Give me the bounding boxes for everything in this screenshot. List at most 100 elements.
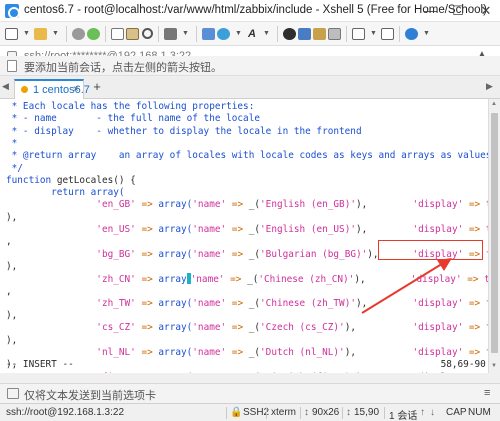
font-icon[interactable]: A: [245, 24, 259, 44]
terminal-token: 'name': [190, 274, 231, 286]
terminal-token: 'Finnish (fi_FI)': [260, 372, 356, 373]
status-scroll-down-icon[interactable]: ↓: [430, 407, 435, 418]
scroll-up-icon[interactable]: ▲: [491, 101, 497, 107]
terminal-token: 'cs_CZ': [6, 322, 142, 334]
terminal-token: *: [6, 137, 18, 149]
terminal-token: ,: [6, 285, 12, 297]
toolbar-separator: [277, 25, 278, 42]
terminal-token: 'name': [192, 297, 232, 309]
terminal-token: =>: [141, 372, 158, 373]
help-icon[interactable]: [404, 24, 419, 44]
terminal-token: =>: [468, 297, 486, 309]
terminal-line: * - name - the full name of the locale: [6, 113, 260, 125]
compose-icon[interactable]: [282, 24, 297, 44]
transfer-icon[interactable]: [201, 24, 216, 44]
toolbar-separator: [196, 25, 197, 42]
terminal-token: 'zh_CN': [6, 274, 142, 286]
terminal-token: 'display': [412, 347, 469, 358]
terminal-scrollbar[interactable]: ▲ ▼: [488, 99, 500, 373]
status-caps: CAP: [446, 407, 467, 418]
toolbar-separator: [66, 25, 67, 42]
find-icon[interactable]: [140, 24, 154, 44]
status-position: 15,90: [354, 407, 380, 418]
layout-icon[interactable]: [351, 24, 366, 44]
globe-dropdown-icon[interactable]: ▼: [231, 24, 245, 44]
status-size-icon: ↕: [304, 407, 309, 418]
layout-dropdown-icon[interactable]: ▼: [366, 24, 380, 44]
terminal-output[interactable]: * Each locale has the following properti…: [0, 99, 488, 373]
tab-scroll-left-icon[interactable]: ◀: [2, 81, 12, 92]
terminal-token: 'display': [412, 199, 469, 211]
compose-menu-icon[interactable]: ≡: [484, 387, 490, 399]
globe-icon[interactable]: [216, 24, 231, 44]
status-separator: [300, 407, 301, 419]
xshell-app-icon: [5, 4, 20, 19]
terminal-token: ),: [355, 224, 413, 235]
script-icon[interactable]: [297, 24, 312, 44]
terminal-token: =>: [231, 297, 249, 309]
terminal-line: 'en_GB' => array('name' => _('English (e…: [6, 199, 488, 211]
open-folder-icon[interactable]: [33, 24, 48, 44]
terminal-token: getLocales() {: [56, 174, 136, 186]
print-icon[interactable]: [163, 24, 178, 44]
bookmark-arrow-icon[interactable]: [7, 60, 17, 72]
status-separator: [342, 407, 343, 419]
terminal-token: _(: [248, 297, 261, 309]
terminal-token: _(: [248, 248, 261, 260]
terminal-token: =>: [230, 274, 248, 286]
help-dropdown-icon[interactable]: ▼: [419, 24, 433, 44]
font-dropdown-icon[interactable]: ▼: [259, 24, 273, 44]
terminal-token: ),: [355, 297, 413, 309]
maximize-button[interactable]: ☐: [444, 0, 472, 22]
terminal-token: =>: [141, 322, 159, 334]
new-session-icon[interactable]: [4, 24, 19, 44]
print-dropdown-icon[interactable]: ▼: [178, 24, 192, 44]
terminal-token: 'display': [410, 274, 468, 286]
terminal-token: array(: [158, 248, 193, 260]
terminal-token: =>: [141, 347, 159, 358]
lock-icon[interactable]: [312, 24, 327, 44]
terminal-token: =>: [468, 199, 486, 211]
status-separator: [226, 407, 227, 419]
scroll-down-icon[interactable]: ▼: [491, 363, 497, 369]
terminal-token: array(: [158, 372, 192, 373]
fullscreen-icon[interactable]: [380, 24, 395, 44]
status-scroll-up-icon[interactable]: ↑: [420, 407, 425, 418]
new-session-dropdown-icon[interactable]: ▼: [19, 24, 33, 44]
compose-icon[interactable]: [7, 388, 19, 399]
terminal-line: function getLocales() {: [6, 175, 136, 187]
terminal-line: * Each locale has the following properti…: [6, 101, 255, 113]
tab-scroll-right-icon[interactable]: ▶: [486, 81, 493, 92]
disconnect-icon[interactable]: [71, 24, 86, 44]
terminal-token: =>: [231, 347, 249, 358]
status-separator: [384, 407, 385, 419]
hint-bar: 要添加当前会话，点击左侧的箭头按钮。: [0, 56, 500, 76]
hint-text: 要添加当前会话，点击左侧的箭头按钮。: [24, 62, 222, 74]
terminal-line: *: [6, 137, 18, 150]
keyboard-icon[interactable]: [327, 24, 342, 44]
add-tab-button[interactable]: +: [90, 80, 104, 94]
compose-input[interactable]: 仅将文本发送到当前选项卡: [24, 387, 156, 403]
terminal-token: =>: [141, 297, 159, 309]
scrollbar-thumb[interactable]: [491, 113, 498, 353]
terminal-line: return array(: [6, 187, 124, 199]
tab-session-centos[interactable]: 1 centos6.7 ×: [14, 79, 90, 99]
tab-close-icon[interactable]: ×: [73, 84, 79, 95]
close-button[interactable]: ✕: [472, 0, 500, 22]
terminal-token: array: [158, 274, 187, 286]
tab-bar: ◀ 1 centos6.7 × + ▶: [0, 77, 500, 99]
reconnect-icon[interactable]: [86, 24, 101, 44]
terminal-token: ),: [6, 260, 18, 272]
paste-icon[interactable]: [125, 24, 140, 44]
terminal-token: 'name': [192, 322, 232, 334]
terminal-token: 'bg_BG': [6, 248, 142, 260]
copy-icon[interactable]: [110, 24, 125, 44]
open-dropdown-icon[interactable]: ▼: [48, 24, 62, 44]
terminal-token: 'display': [412, 372, 468, 373]
terminal-token: function: [6, 174, 57, 186]
terminal-line: */: [6, 163, 23, 175]
terminal-token: ,: [6, 236, 12, 248]
minimize-button[interactable]: —: [416, 0, 444, 22]
terminal-token: ),: [344, 347, 413, 358]
toolbar-separator: [399, 25, 400, 42]
